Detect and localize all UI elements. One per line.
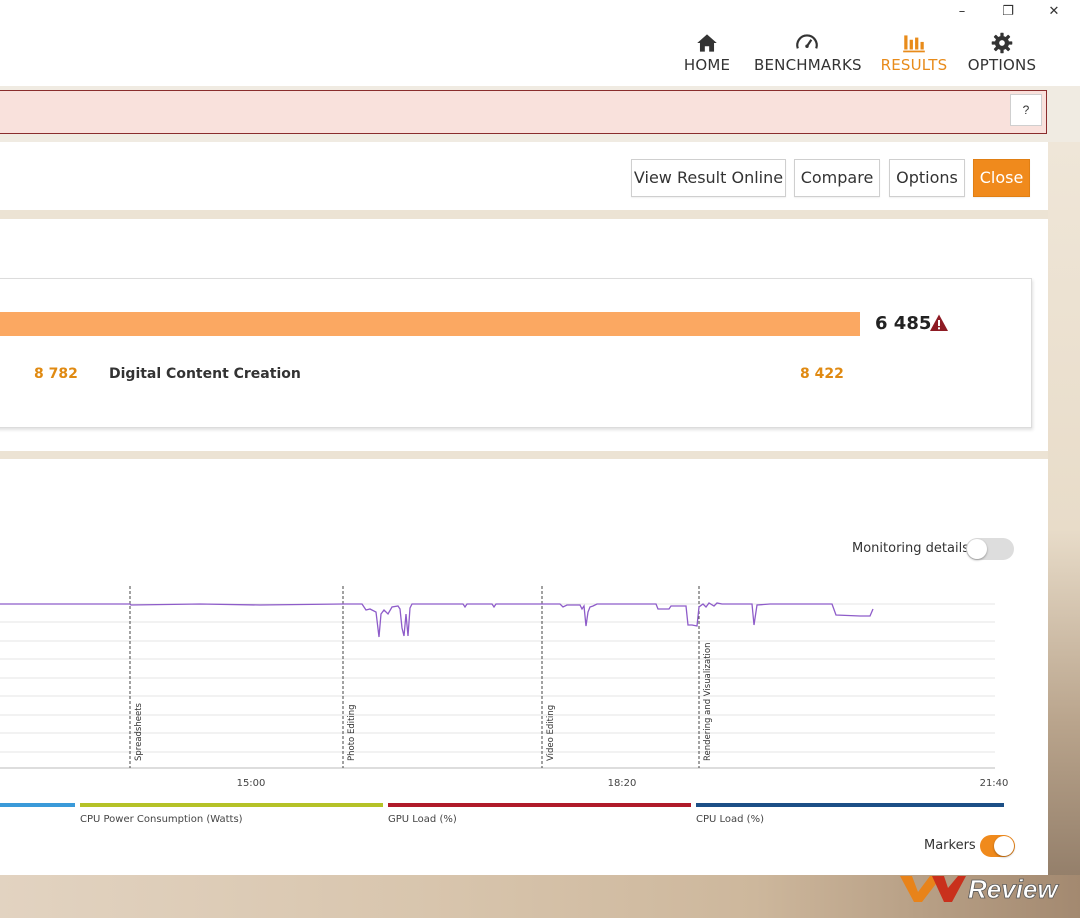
sub-score-value: 8 782 [34, 366, 78, 382]
marker-label-video-editing: Video Editing [546, 705, 556, 761]
marker-label-photo-editing: Photo Editing [347, 704, 357, 761]
gear-icon [991, 32, 1013, 54]
divider-band [0, 451, 1048, 459]
warning-area [0, 86, 1080, 142]
nav-benchmarks-label: BENCHMARKS [754, 56, 862, 74]
legend-label-cpu-load: CPU Load (%) [696, 814, 764, 825]
legend-bar-blue [0, 803, 75, 807]
toggle-knob [994, 836, 1014, 856]
chart-markers: Spreadsheets Photo Editing Video Editing… [129, 586, 713, 768]
x-tick-label: 18:20 [608, 778, 637, 789]
maximize-button[interactable]: ❐ [996, 2, 1020, 22]
x-tick-label: 15:00 [237, 778, 266, 789]
legend-label-gpu-load: GPU Load (%) [388, 814, 457, 825]
vnreview-watermark-logo: Review [900, 874, 1060, 904]
title-bar: – ❐ ✕ [0, 0, 1080, 26]
warning-triangle-icon [930, 314, 948, 331]
nav-home[interactable]: HOME [682, 30, 732, 74]
legend-bar-gpu-load [388, 803, 691, 807]
close-button[interactable]: Close [973, 159, 1030, 197]
nav-results-label: RESULTS [880, 56, 948, 74]
bar-chart-icon [903, 35, 925, 53]
compare-button[interactable]: Compare [794, 159, 880, 197]
view-result-online-button[interactable]: View Result Online [631, 159, 786, 197]
score-bar [0, 312, 860, 336]
total-score: 6 485 [875, 313, 932, 334]
home-icon [697, 34, 717, 52]
digital-content-creation-score: 8 422 [800, 366, 844, 382]
nav-benchmarks[interactable]: BENCHMARKS [754, 30, 862, 74]
score-card [0, 278, 1032, 428]
background-image-right [1048, 140, 1080, 918]
toggle-knob [967, 539, 987, 559]
nav-home-label: HOME [683, 56, 731, 74]
speedometer-icon [796, 34, 818, 49]
nav-options-label: OPTIONS [967, 56, 1037, 74]
legend-bar-cpu-load [696, 803, 1004, 807]
x-tick-label: 21:40 [980, 778, 1009, 789]
legend-bar-cpu-power [80, 803, 383, 807]
monitoring-details-label: Monitoring details [852, 541, 969, 556]
monitoring-chart: Spreadsheets Photo Editing Video Editing… [0, 586, 1009, 789]
nav-results[interactable]: RESULTS [880, 30, 948, 74]
markers-toggle[interactable] [980, 835, 1015, 857]
chart-gridlines [0, 603, 995, 769]
divider-band [0, 210, 1048, 219]
monitoring-details-toggle[interactable] [966, 538, 1014, 560]
options-button[interactable]: Options [889, 159, 965, 197]
markers-label: Markers [924, 838, 976, 853]
nav-options[interactable]: OPTIONS [966, 30, 1038, 74]
x-tick-labels: 15:00 18:20 21:40 [237, 778, 1009, 789]
minimize-button[interactable]: – [950, 2, 974, 22]
legend-label-cpu-power: CPU Power Consumption (Watts) [80, 814, 243, 825]
marker-label-rendering-visualization: Rendering and Visualization [703, 643, 713, 762]
help-button[interactable]: ? [1010, 94, 1042, 126]
warning-banner [0, 90, 1047, 134]
digital-content-creation-label: Digital Content Creation [109, 366, 301, 382]
svg-text:Review: Review [968, 874, 1059, 904]
series-line [0, 602, 874, 638]
close-window-button[interactable]: ✕ [1042, 2, 1066, 22]
main-navigation: HOME BENCHMARKS RESULTS OPTIONS [0, 26, 1080, 86]
marker-label-spreadsheets: Spreadsheets [134, 702, 144, 761]
